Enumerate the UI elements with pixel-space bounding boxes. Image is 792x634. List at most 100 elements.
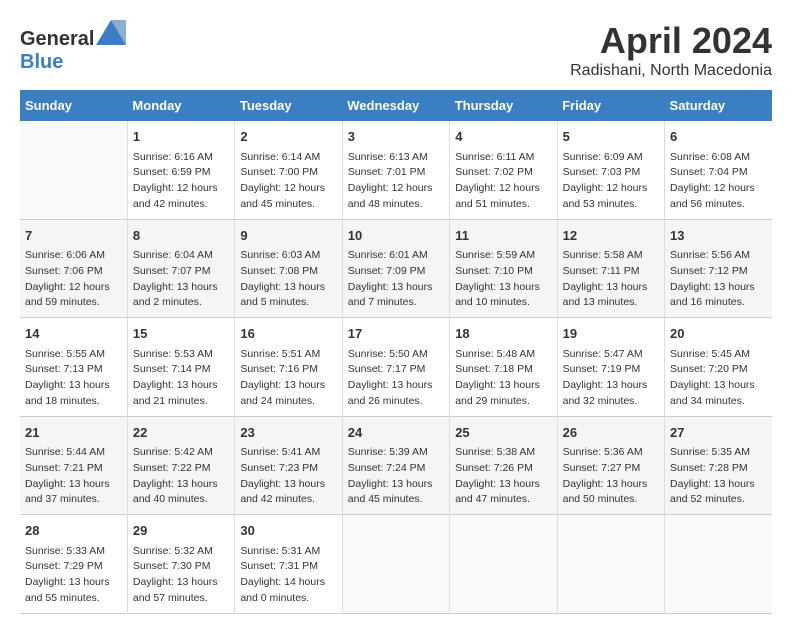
calendar-cell: 28 Sunrise: 5:33 AMSunset: 7:29 PMDayligh… bbox=[20, 515, 127, 614]
day-info: Sunrise: 5:59 AMSunset: 7:10 PMDaylight:… bbox=[455, 248, 551, 311]
calendar-cell: 25Sunrise: 5:38 AMSunset: 7:26 PMDayligh… bbox=[450, 416, 557, 515]
calendar-cell: 16 Sunrise: 5:51 AMSunset: 7:16 PMDayligh… bbox=[235, 318, 342, 417]
header-cell-sunday: Sunday bbox=[20, 90, 127, 121]
calendar-cell: 27Sunrise: 5:35 AMSunset: 7:28 PMDayligh… bbox=[665, 416, 772, 515]
day-info: Sunrise: 6:13 AMSunset: 7:01 PMDaylight:… bbox=[348, 150, 444, 213]
calendar-cell: 2Sunrise: 6:14 AMSunset: 7:00 PMDaylight… bbox=[235, 121, 342, 219]
day-number: 9 bbox=[240, 226, 336, 246]
logo: General Blue bbox=[20, 20, 126, 74]
day-info: Sunrise: 5:44 AMSunset: 7:21 PMDaylight:… bbox=[25, 445, 122, 508]
day-info: Sunrise: 6:01 AMSunset: 7:09 PMDaylight:… bbox=[348, 248, 444, 311]
calendar-cell: 18 Sunrise: 5:48 AMSunset: 7:18 PMDayligh… bbox=[450, 318, 557, 417]
calendar-cell: 23Sunrise: 5:41 AMSunset: 7:23 PMDayligh… bbox=[235, 416, 342, 515]
day-info: Sunrise: 5:56 AMSunset: 7:12 PMDaylight:… bbox=[670, 248, 767, 311]
week-row-1: 1 Sunrise: 6:16 AMSunset: 6:59 PMDaylight… bbox=[20, 121, 772, 219]
day-number: 18 bbox=[455, 324, 551, 344]
week-row-2: 7Sunrise: 6:06 AMSunset: 7:06 PMDaylight… bbox=[20, 219, 772, 318]
calendar-cell: 14Sunrise: 5:55 AMSunset: 7:13 PMDayligh… bbox=[20, 318, 127, 417]
week-row-5: 28 Sunrise: 5:33 AMSunset: 7:29 PMDayligh… bbox=[20, 515, 772, 614]
day-number: 10 bbox=[348, 226, 444, 246]
calendar-cell: 13Sunrise: 5:56 AMSunset: 7:12 PMDayligh… bbox=[665, 219, 772, 318]
day-number: 26 bbox=[563, 423, 659, 443]
day-info: Sunrise: 5:31 AMSunset: 7:31 PMDaylight:… bbox=[240, 544, 336, 607]
calendar-cell: 10Sunrise: 6:01 AMSunset: 7:09 PMDayligh… bbox=[342, 219, 449, 318]
day-number: 13 bbox=[670, 226, 767, 246]
day-number: 24 bbox=[348, 423, 444, 443]
calendar-table: SundayMondayTuesdayWednesdayThursdayFrid… bbox=[20, 90, 772, 614]
calendar-body: 1 Sunrise: 6:16 AMSunset: 6:59 PMDaylight… bbox=[20, 121, 772, 613]
calendar-cell: 6 Sunrise: 6:08 AMSunset: 7:04 PMDaylight… bbox=[665, 121, 772, 219]
day-info: Sunrise: 5:50 AMSunset: 7:17 PMDaylight:… bbox=[348, 347, 444, 410]
calendar-cell: 19 Sunrise: 5:47 AMSunset: 7:19 PMDayligh… bbox=[557, 318, 664, 417]
week-row-4: 21Sunrise: 5:44 AMSunset: 7:21 PMDayligh… bbox=[20, 416, 772, 515]
day-number: 19 bbox=[563, 324, 659, 344]
day-number: 25 bbox=[455, 423, 551, 443]
logo-general: General bbox=[20, 28, 94, 50]
header-cell-wednesday: Wednesday bbox=[342, 90, 449, 121]
day-number: 5 bbox=[563, 127, 659, 147]
day-number: 28 bbox=[25, 521, 122, 541]
calendar-cell: 9Sunrise: 6:03 AMSunset: 7:08 PMDaylight… bbox=[235, 219, 342, 318]
header-cell-thursday: Thursday bbox=[450, 90, 557, 121]
day-number: 6 bbox=[670, 127, 767, 147]
day-info: Sunrise: 5:48 AMSunset: 7:18 PMDaylight:… bbox=[455, 347, 551, 410]
day-info: Sunrise: 5:39 AMSunset: 7:24 PMDaylight:… bbox=[348, 445, 444, 508]
day-info: Sunrise: 5:47 AMSunset: 7:19 PMDaylight:… bbox=[563, 347, 659, 410]
day-number: 11 bbox=[455, 226, 551, 246]
calendar-cell: 26Sunrise: 5:36 AMSunset: 7:27 PMDayligh… bbox=[557, 416, 664, 515]
day-number: 21 bbox=[25, 423, 122, 443]
day-number: 27 bbox=[670, 423, 767, 443]
day-number: 29 bbox=[133, 521, 229, 541]
day-info: Sunrise: 6:08 AMSunset: 7:04 PMDaylight:… bbox=[670, 150, 767, 213]
day-number: 16 bbox=[240, 324, 336, 344]
day-number: 17 bbox=[348, 324, 444, 344]
day-info: Sunrise: 6:11 AMSunset: 7:02 PMDaylight:… bbox=[455, 150, 551, 213]
calendar-title: April 2024 bbox=[570, 20, 772, 62]
day-info: Sunrise: 5:32 AMSunset: 7:30 PMDaylight:… bbox=[133, 544, 229, 607]
calendar-cell: 5Sunrise: 6:09 AMSunset: 7:03 PMDaylight… bbox=[557, 121, 664, 219]
page-header: General Blue April 2024 Radishani, North… bbox=[20, 20, 772, 80]
calendar-cell: 15Sunrise: 5:53 AMSunset: 7:14 PMDayligh… bbox=[127, 318, 234, 417]
day-number: 1 bbox=[133, 127, 229, 147]
day-number: 20 bbox=[670, 324, 767, 344]
header-cell-tuesday: Tuesday bbox=[235, 90, 342, 121]
day-info: Sunrise: 6:04 AMSunset: 7:07 PMDaylight:… bbox=[133, 248, 229, 311]
title-section: April 2024 Radishani, North Macedonia bbox=[570, 20, 772, 80]
calendar-cell: 20 Sunrise: 5:45 AMSunset: 7:20 PMDayligh… bbox=[665, 318, 772, 417]
day-number: 14 bbox=[25, 324, 122, 344]
logo-icon bbox=[96, 20, 126, 45]
calendar-cell: 12Sunrise: 5:58 AMSunset: 7:11 PMDayligh… bbox=[557, 219, 664, 318]
calendar-cell: 30 Sunrise: 5:31 AMSunset: 7:31 PMDayligh… bbox=[235, 515, 342, 614]
logo-blue: Blue bbox=[20, 51, 63, 73]
day-info: Sunrise: 5:41 AMSunset: 7:23 PMDaylight:… bbox=[240, 445, 336, 508]
header-cell-monday: Monday bbox=[127, 90, 234, 121]
calendar-cell: 7Sunrise: 6:06 AMSunset: 7:06 PMDaylight… bbox=[20, 219, 127, 318]
calendar-cell: 8Sunrise: 6:04 AMSunset: 7:07 PMDaylight… bbox=[127, 219, 234, 318]
day-number: 7 bbox=[25, 226, 122, 246]
day-number: 2 bbox=[240, 127, 336, 147]
calendar-cell: 21Sunrise: 5:44 AMSunset: 7:21 PMDayligh… bbox=[20, 416, 127, 515]
calendar-cell bbox=[20, 121, 127, 219]
day-number: 12 bbox=[563, 226, 659, 246]
calendar-cell: 24Sunrise: 5:39 AMSunset: 7:24 PMDayligh… bbox=[342, 416, 449, 515]
calendar-cell bbox=[557, 515, 664, 614]
day-info: Sunrise: 6:16 AMSunset: 6:59 PMDaylight:… bbox=[133, 150, 229, 213]
calendar-cell: 11Sunrise: 5:59 AMSunset: 7:10 PMDayligh… bbox=[450, 219, 557, 318]
calendar-cell bbox=[342, 515, 449, 614]
day-number: 22 bbox=[133, 423, 229, 443]
day-number: 30 bbox=[240, 521, 336, 541]
week-row-3: 14Sunrise: 5:55 AMSunset: 7:13 PMDayligh… bbox=[20, 318, 772, 417]
day-info: Sunrise: 5:51 AMSunset: 7:16 PMDaylight:… bbox=[240, 347, 336, 410]
day-info: Sunrise: 5:33 AMSunset: 7:29 PMDaylight:… bbox=[25, 544, 122, 607]
day-number: 8 bbox=[133, 226, 229, 246]
day-info: Sunrise: 6:03 AMSunset: 7:08 PMDaylight:… bbox=[240, 248, 336, 311]
header-row: SundayMondayTuesdayWednesdayThursdayFrid… bbox=[20, 90, 772, 121]
day-info: Sunrise: 5:45 AMSunset: 7:20 PMDaylight:… bbox=[670, 347, 767, 410]
calendar-cell: 22Sunrise: 5:42 AMSunset: 7:22 PMDayligh… bbox=[127, 416, 234, 515]
calendar-cell: 1 Sunrise: 6:16 AMSunset: 6:59 PMDaylight… bbox=[127, 121, 234, 219]
day-number: 23 bbox=[240, 423, 336, 443]
calendar-cell: 29 Sunrise: 5:32 AMSunset: 7:30 PMDayligh… bbox=[127, 515, 234, 614]
day-info: Sunrise: 5:38 AMSunset: 7:26 PMDaylight:… bbox=[455, 445, 551, 508]
day-info: Sunrise: 5:58 AMSunset: 7:11 PMDaylight:… bbox=[563, 248, 659, 311]
calendar-cell: 4Sunrise: 6:11 AMSunset: 7:02 PMDaylight… bbox=[450, 121, 557, 219]
